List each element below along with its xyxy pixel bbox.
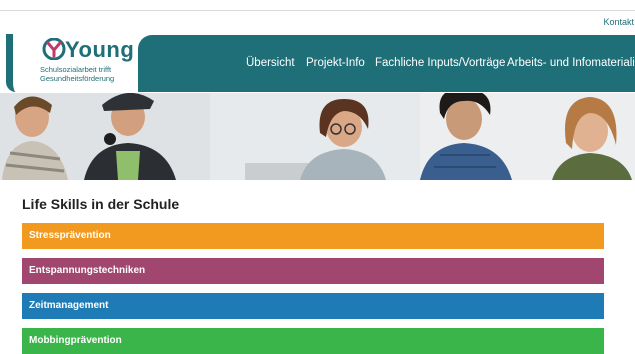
- kontakt-link[interactable]: Kontakt: [603, 17, 634, 27]
- top-divider: [0, 10, 635, 11]
- logo-tagline-line1: Schulsozialarbeit trifft: [40, 65, 112, 74]
- main-navigation: Übersicht Projekt-Info Fachliche Inputs/…: [138, 35, 635, 92]
- logo-wordmark: Young: [65, 37, 135, 62]
- logo-tagline-line2: Gesundheitsförderung: [40, 74, 115, 83]
- nav-item-fachliche-inputs[interactable]: Fachliche Inputs/Vorträge: [375, 57, 505, 69]
- hero-photo-illustration: [0, 93, 635, 180]
- nav-item-uebersicht[interactable]: Übersicht: [246, 57, 295, 69]
- page-title: Life Skills in der Schule: [22, 196, 180, 212]
- accordion-mobbingpraevention[interactable]: Mobbingprävention: [22, 328, 604, 354]
- logo-tagline: Schulsozialarbeit trifft Gesundheitsförd…: [40, 65, 140, 83]
- accordion-entspannungstechniken[interactable]: Entspannungstechniken: [22, 258, 604, 284]
- nav-item-arbeits-infomaterialien[interactable]: Arbeits- und Infomaterialien: [507, 57, 635, 69]
- accordion-stresspraevention[interactable]: Stressprävention: [22, 223, 604, 249]
- hero-banner-image: [0, 93, 635, 180]
- nav-item-projekt-info[interactable]: Projekt-Info: [306, 57, 365, 69]
- y-logo-icon: [42, 38, 66, 60]
- accordion-zeitmanagement[interactable]: Zeitmanagement: [22, 293, 604, 319]
- site-logo[interactable]: Young Schulsozialarbeit trifft Gesundhei…: [6, 34, 134, 92]
